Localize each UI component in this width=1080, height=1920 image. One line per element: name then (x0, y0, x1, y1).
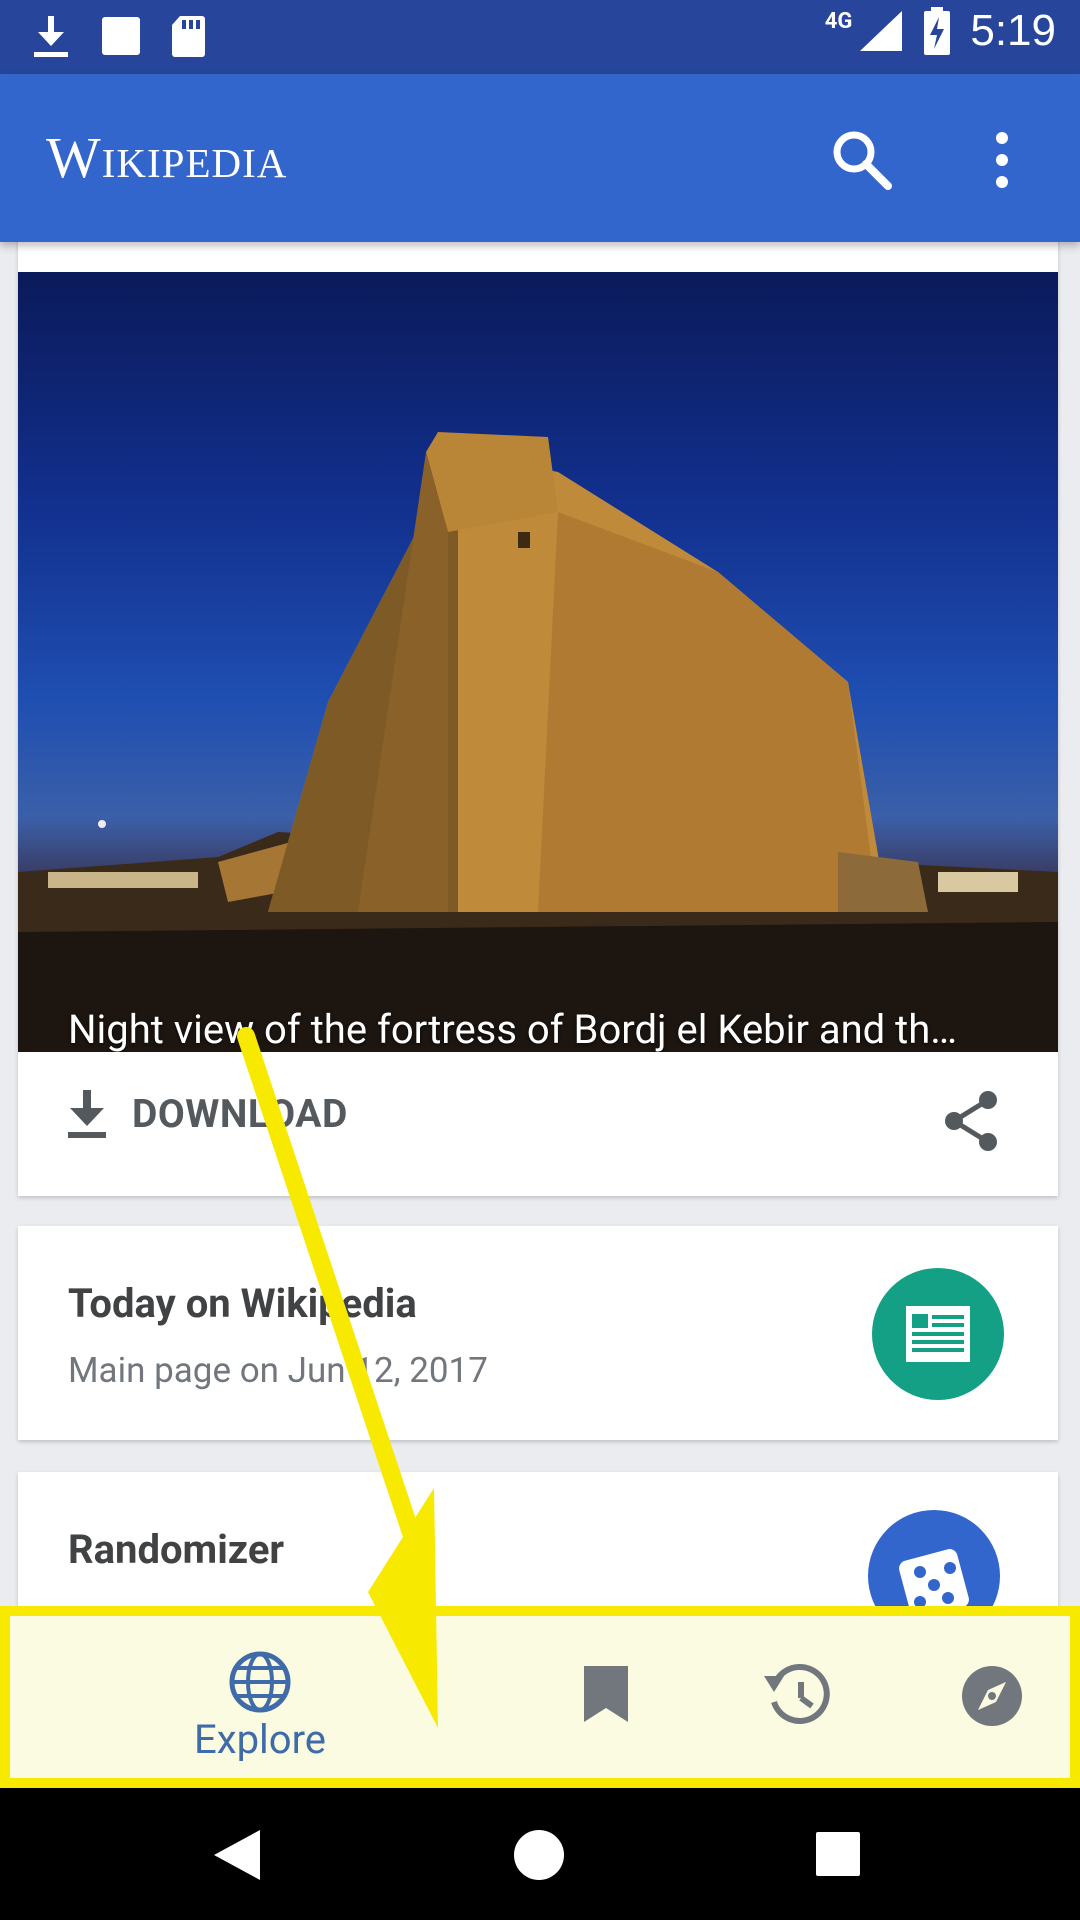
battery-charging-icon (924, 7, 951, 55)
sd-card-icon (172, 16, 205, 57)
overflow-menu-icon[interactable] (982, 126, 1022, 194)
network-type: 4G (824, 8, 853, 34)
status-left-icons (30, 14, 206, 58)
square-icon (102, 17, 140, 55)
featured-photo[interactable]: Night view of the fortress of Bordj el K… (18, 272, 1058, 1052)
today-on-wikipedia-card[interactable]: Today on Wikipedia Main page on Jun 12, … (18, 1226, 1058, 1440)
status-right: 4G 5:19 (811, 6, 1056, 56)
download-icon (34, 16, 68, 57)
featured-image-card: Night view of the fortress of Bordj el K… (18, 232, 1058, 1196)
nav-history[interactable] (754, 1616, 844, 1778)
history-icon (764, 1663, 830, 1724)
download-button[interactable]: DOWNLOAD (64, 1088, 348, 1140)
home-icon[interactable] (512, 1828, 566, 1882)
app-bar: Wikipedia (0, 74, 1080, 242)
clock: 5:19 (970, 6, 1056, 55)
globe-icon (229, 1651, 291, 1713)
nav-explore[interactable]: Explore (170, 1616, 350, 1778)
image-caption: Night view of the fortress of Bordj el K… (68, 1006, 958, 1052)
system-navigation-bar (0, 1788, 1080, 1920)
news-icon (872, 1268, 1004, 1400)
featured-card-actions: DOWNLOAD (18, 1052, 1058, 1196)
status-bar: 4G 5:19 (0, 0, 1080, 74)
wikipedia-logo: Wikipedia (46, 125, 288, 190)
recents-icon[interactable] (814, 1830, 862, 1878)
bookmark-icon (584, 1666, 628, 1722)
share-icon[interactable] (942, 1088, 1002, 1154)
today-card-title: Today on Wikipedia (68, 1280, 417, 1327)
fortress-illustration (18, 432, 1058, 1052)
search-icon[interactable] (828, 126, 896, 194)
download-icon (68, 1090, 106, 1138)
download-label: DOWNLOAD (132, 1091, 348, 1137)
back-icon[interactable] (210, 1828, 264, 1882)
signal-icon (860, 11, 903, 51)
today-card-subtitle: Main page on Jun 12, 2017 (68, 1350, 488, 1391)
nav-nearby[interactable] (952, 1616, 1032, 1778)
bottom-navigation: Explore (0, 1606, 1080, 1788)
nav-reading-lists[interactable] (566, 1616, 646, 1778)
compass-icon (962, 1666, 1022, 1726)
randomizer-card-title: Randomizer (68, 1526, 285, 1573)
nav-explore-label: Explore (194, 1716, 326, 1763)
